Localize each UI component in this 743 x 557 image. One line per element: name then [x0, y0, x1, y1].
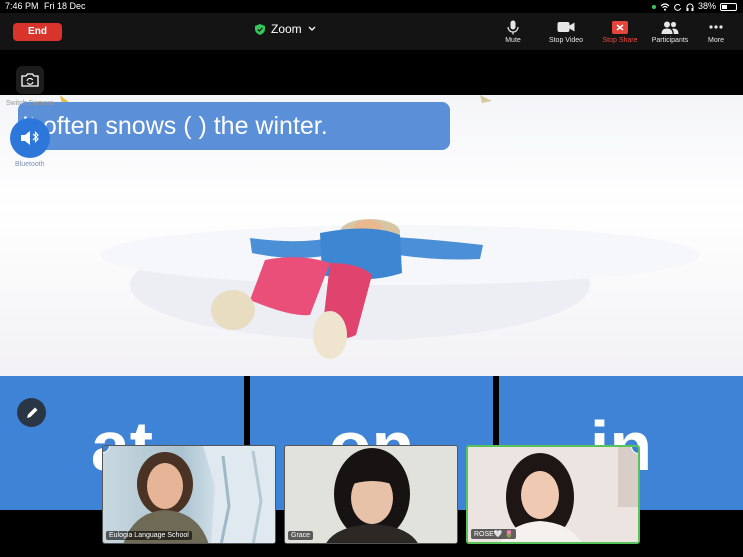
participants-label: Participants — [651, 37, 689, 44]
mute-label: Mute — [505, 37, 521, 44]
participant-name: ROSE🤍 🌷 — [471, 529, 517, 539]
more-button[interactable]: More — [703, 19, 729, 44]
camera-in-use-indicator — [651, 4, 656, 9]
question-sentence: It often snows ( ) the winter. — [18, 102, 450, 150]
headphones-icon — [686, 3, 694, 11]
stop-share-icon — [612, 20, 628, 34]
status-time: 7:46 PM — [5, 1, 39, 11]
stop-share-button[interactable]: Stop Share — [599, 19, 641, 44]
switch-camera-icon — [21, 73, 39, 87]
participant-name: Eulogia Language School — [106, 531, 192, 540]
video-camera-icon — [557, 22, 575, 32]
battery-percent: 38% — [697, 1, 716, 11]
switch-camera-button[interactable] — [16, 66, 44, 94]
more-dots-icon — [709, 25, 723, 29]
audio-output-button[interactable] — [10, 118, 50, 158]
meeting-toolbar: End Zoom Mute Stop Video Stop Share Part… — [0, 13, 743, 50]
status-date: Fri 18 Dec — [44, 1, 86, 11]
participants-button[interactable]: Participants — [648, 19, 692, 44]
encryption-shield-icon — [255, 23, 265, 35]
status-bar: 7:46 PM Fri 18 Dec 38% — [0, 0, 743, 13]
annotate-button[interactable] — [17, 398, 46, 427]
participant-tile[interactable]: Eulogia Language School — [102, 445, 276, 544]
wifi-icon — [660, 2, 670, 11]
participant-name: Grace — [288, 531, 314, 540]
chevron-down-icon — [308, 26, 316, 31]
participant-video-frame — [285, 446, 457, 543]
switch-camera-label: Switch Camera — [6, 100, 54, 107]
more-label: More — [708, 37, 724, 44]
audio-output-label: Bluetooth — [15, 161, 45, 168]
meeting-title-dropdown[interactable]: Zoom — [255, 22, 316, 36]
stop-video-label: Stop Video — [548, 37, 584, 44]
stop-video-button[interactable]: Stop Video — [545, 19, 587, 44]
microphone-icon — [507, 20, 519, 34]
meeting-title: Zoom — [271, 22, 302, 36]
pencil-icon — [26, 407, 37, 418]
participant-video-frame — [123, 446, 275, 543]
speaker-bluetooth-icon — [21, 131, 39, 145]
rotation-lock-icon — [674, 3, 682, 11]
participant-tile-active-speaker[interactable]: ROSE🤍 🌷 — [466, 445, 640, 544]
shared-screen: It often snows ( ) the winter. at on in — [0, 50, 743, 510]
stop-share-label: Stop Share — [602, 37, 638, 44]
mute-button[interactable]: Mute — [500, 19, 526, 44]
battery-icon — [720, 2, 737, 11]
end-meeting-button[interactable]: End — [13, 23, 62, 41]
participants-icon — [661, 21, 679, 34]
participant-tile[interactable]: Grace — [284, 445, 458, 544]
status-right: 38% — [651, 0, 737, 13]
